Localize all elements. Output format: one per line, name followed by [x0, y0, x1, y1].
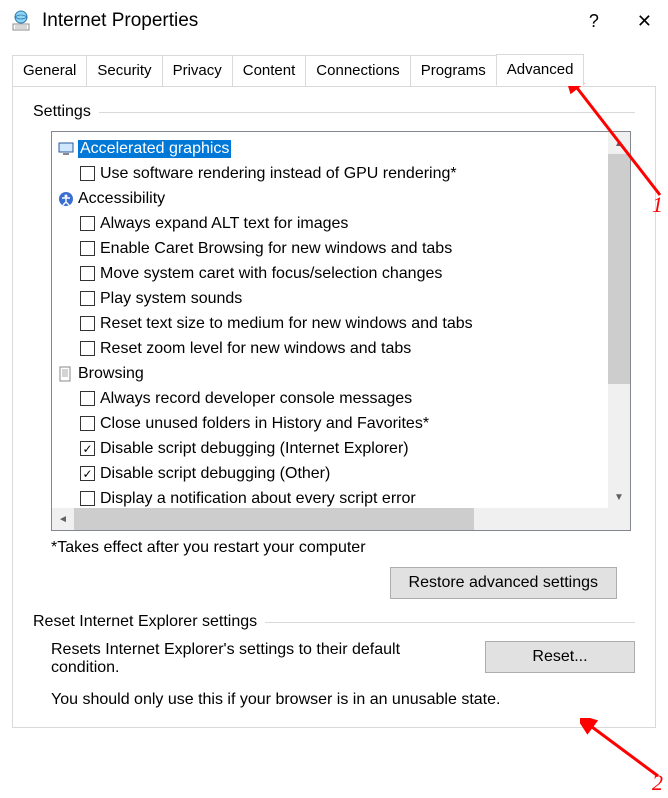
checkbox[interactable] [80, 341, 95, 356]
checkbox[interactable] [80, 416, 95, 431]
checkbox[interactable] [80, 391, 95, 406]
tree-option[interactable]: Reset text size to medium for new window… [54, 311, 584, 336]
vscroll-thumb[interactable] [608, 154, 630, 384]
tree-option[interactable]: Always record developer console messages [54, 386, 584, 411]
checkbox[interactable] [80, 316, 95, 331]
reset-label: Reset Internet Explorer settings [33, 613, 257, 631]
checkbox[interactable] [80, 266, 95, 281]
option-label: Close unused folders in History and Favo… [100, 415, 429, 433]
option-label: Reset zoom level for new windows and tab… [100, 340, 411, 358]
tree-category[interactable]: Browsing [54, 361, 584, 386]
option-label: Disable script debugging (Other) [100, 465, 330, 483]
help-button[interactable]: ? [589, 11, 599, 32]
window-title: Internet Properties [42, 10, 589, 32]
tab-security[interactable]: Security [86, 55, 162, 87]
tree-category[interactable]: Accessibility [54, 186, 584, 211]
annotation-label-2: 2 [652, 770, 663, 796]
annotation-arrow-2 [580, 718, 668, 788]
tree-option[interactable]: Reset zoom level for new windows and tab… [54, 336, 584, 361]
tree-option[interactable]: Disable script debugging (Other) [54, 461, 584, 486]
vertical-scrollbar[interactable]: ▲ ▼ [608, 132, 630, 508]
monitor-icon [58, 141, 74, 157]
accessibility-icon [58, 191, 74, 207]
tab-general[interactable]: General [12, 55, 87, 87]
tab-connections[interactable]: Connections [305, 55, 410, 87]
reset-warning: You should only use this if your browser… [51, 691, 635, 709]
reset-button[interactable]: Reset... [485, 641, 635, 673]
close-button[interactable]: ✕ [633, 11, 656, 32]
tree-option[interactable]: Display a notification about every scrip… [54, 486, 584, 508]
divider [99, 112, 635, 113]
titlebar: Internet Properties ? ✕ [0, 0, 668, 44]
tree-option[interactable]: Close unused folders in History and Favo… [54, 411, 584, 436]
scroll-corner [608, 508, 630, 530]
option-label: Display a notification about every scrip… [100, 490, 416, 508]
option-label: Enable Caret Browsing for new windows an… [100, 240, 452, 258]
tree-option[interactable]: Move system caret with focus/selection c… [54, 261, 584, 286]
checkbox[interactable] [80, 291, 95, 306]
divider [265, 622, 635, 623]
internet-options-icon [10, 10, 32, 32]
reset-group-header: Reset Internet Explorer settings [33, 613, 635, 631]
tree-option[interactable]: Always expand ALT text for images [54, 211, 584, 236]
tab-programs[interactable]: Programs [410, 55, 497, 87]
category-label: Accessibility [78, 190, 165, 208]
tab-privacy[interactable]: Privacy [162, 55, 233, 87]
option-label: Always record developer console messages [100, 390, 412, 408]
tree-option[interactable]: Use software rendering instead of GPU re… [54, 161, 584, 186]
checkbox[interactable] [80, 441, 95, 456]
tree-category[interactable]: Accelerated graphics [54, 136, 584, 161]
hscroll-thumb[interactable] [74, 508, 474, 530]
settings-tree[interactable]: Accelerated graphics Use software renderi… [51, 131, 631, 531]
checkbox[interactable] [80, 216, 95, 231]
option-label: Disable script debugging (Internet Explo… [100, 440, 409, 458]
tab-advanced[interactable]: Advanced [496, 54, 585, 86]
settings-group-header: Settings [33, 103, 635, 121]
option-label: Play system sounds [100, 290, 242, 308]
option-label: Use software rendering instead of GPU re… [100, 165, 457, 183]
checkbox[interactable] [80, 241, 95, 256]
settings-label: Settings [33, 103, 91, 121]
option-label: Reset text size to medium for new window… [100, 315, 473, 333]
restart-footnote: *Takes effect after you restart your com… [51, 539, 635, 557]
scroll-left-icon[interactable]: ◄ [52, 508, 74, 530]
option-label: Always expand ALT text for images [100, 215, 348, 233]
checkbox[interactable] [80, 166, 95, 181]
vscroll-track[interactable] [608, 154, 630, 486]
advanced-panel: Settings Accelerated graphics Use softwar… [12, 86, 656, 728]
category-label: Browsing [78, 365, 144, 383]
tree-option[interactable]: Disable script debugging (Internet Explo… [54, 436, 584, 461]
restore-advanced-button[interactable]: Restore advanced settings [390, 567, 617, 599]
page-icon [58, 366, 74, 382]
checkbox[interactable] [80, 466, 95, 481]
horizontal-scrollbar[interactable]: ◄ ► [52, 508, 630, 530]
tree-option[interactable]: Play system sounds [54, 286, 584, 311]
tab-content[interactable]: Content [232, 55, 307, 87]
option-label: Move system caret with focus/selection c… [100, 265, 442, 283]
tree-option[interactable]: Enable Caret Browsing for new windows an… [54, 236, 584, 261]
hscroll-track[interactable] [74, 508, 608, 530]
scroll-down-icon[interactable]: ▼ [608, 486, 630, 508]
checkbox[interactable] [80, 491, 95, 506]
category-label: Accelerated graphics [78, 140, 231, 158]
reset-description: Resets Internet Explorer's settings to t… [51, 641, 411, 677]
tab-bar: General Security Privacy Content Connect… [12, 54, 656, 86]
scroll-up-icon[interactable]: ▲ [608, 132, 630, 154]
